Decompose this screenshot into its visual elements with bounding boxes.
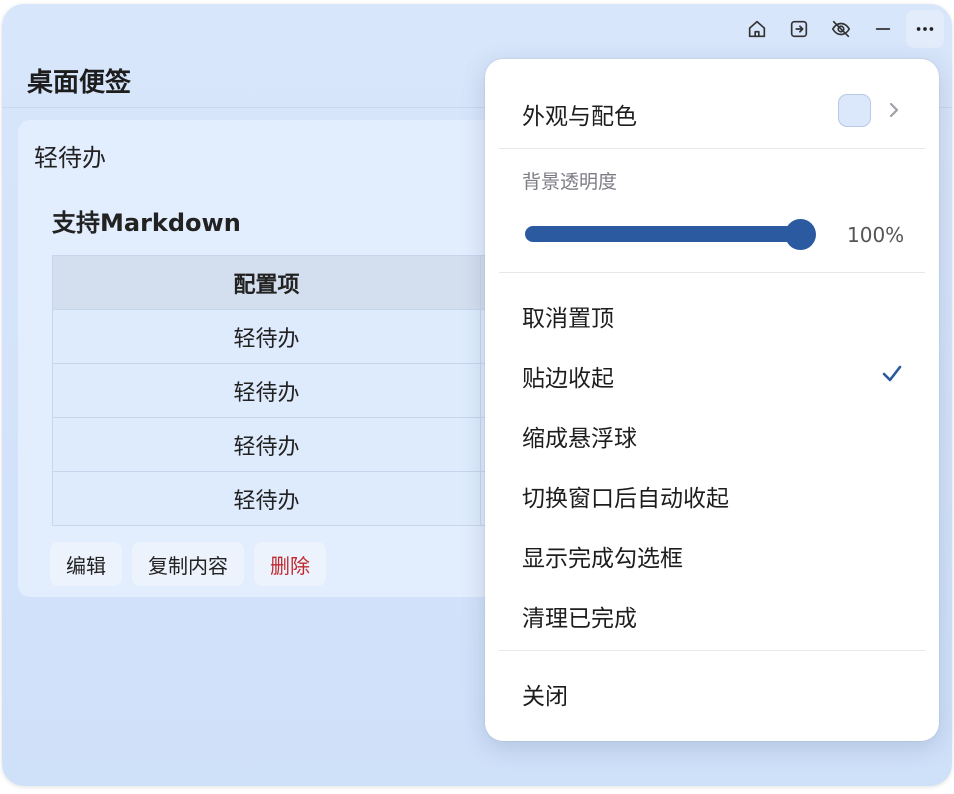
chevron-right-icon: [889, 102, 899, 118]
opacity-slider-track[interactable]: [525, 226, 801, 242]
minimize-button[interactable]: [864, 10, 902, 48]
delete-button[interactable]: 删除: [254, 542, 326, 586]
copy-content-button[interactable]: 复制内容: [132, 542, 244, 586]
more-icon: [916, 27, 934, 31]
table-row: 轻待办: [52, 309, 538, 364]
note-card[interactable]: 轻待办 支持Markdown 配置项 轻待办 轻待办 轻待办 轻待办 编辑 复制…: [18, 120, 538, 597]
menu-item-unpin[interactable]: 取消置顶: [522, 299, 614, 333]
table-cell: 轻待办: [52, 309, 481, 364]
exit-icon: [790, 20, 808, 38]
table-cell: 轻待办: [52, 417, 481, 472]
note-actions: 编辑 复制内容 删除: [50, 542, 326, 586]
table-row: 轻待办: [52, 471, 538, 526]
color-swatch[interactable]: [838, 94, 871, 127]
edit-button[interactable]: 编辑: [50, 542, 122, 586]
home-icon: [748, 20, 766, 38]
menu-item-float-ball[interactable]: 缩成悬浮球: [522, 419, 637, 453]
note-title: 轻待办: [34, 144, 106, 172]
table-header-cell: 配置项: [52, 255, 481, 310]
table-row: 轻待办: [52, 363, 538, 418]
menu-item-close[interactable]: 关闭: [522, 677, 568, 711]
checkmark-icon: [882, 365, 902, 382]
opacity-label: 背景透明度: [522, 171, 618, 193]
menu-item-clear-completed[interactable]: 清理已完成: [522, 599, 637, 633]
menu-item-appearance[interactable]: 外观与配色: [522, 97, 637, 131]
exit-button[interactable]: [780, 10, 818, 48]
more-menu: 外观与配色 背景透明度 100% 取消置顶 贴边收起 缩成悬浮球 切换窗口后自动…: [485, 59, 939, 741]
table-cell: 轻待办: [52, 471, 481, 526]
menu-item-edge-collapse[interactable]: 贴边收起: [522, 359, 614, 393]
opacity-slider-thumb[interactable]: [785, 219, 816, 250]
markdown-heading: 支持Markdown: [52, 209, 241, 237]
table-cell: 轻待办: [52, 363, 481, 418]
markdown-table: 配置项 轻待办 轻待办 轻待办 轻待办: [52, 255, 538, 526]
eye-off-icon: [831, 20, 851, 38]
menu-divider: [499, 148, 925, 149]
menu-divider: [499, 650, 925, 651]
menu-item-show-checkbox[interactable]: 显示完成勾选框: [522, 539, 683, 573]
more-button[interactable]: [906, 10, 944, 48]
menu-divider: [499, 272, 925, 273]
hide-button[interactable]: [822, 10, 860, 48]
menu-item-auto-collapse[interactable]: 切换窗口后自动收起: [522, 479, 729, 513]
minimize-icon: [875, 28, 891, 30]
table-header-row: 配置项: [52, 255, 538, 310]
table-row: 轻待办: [52, 417, 538, 472]
app-title: 桌面便签: [27, 68, 132, 98]
opacity-value: 100%: [847, 223, 905, 247]
home-button[interactable]: [738, 10, 776, 48]
window-toolbar: [738, 10, 944, 48]
